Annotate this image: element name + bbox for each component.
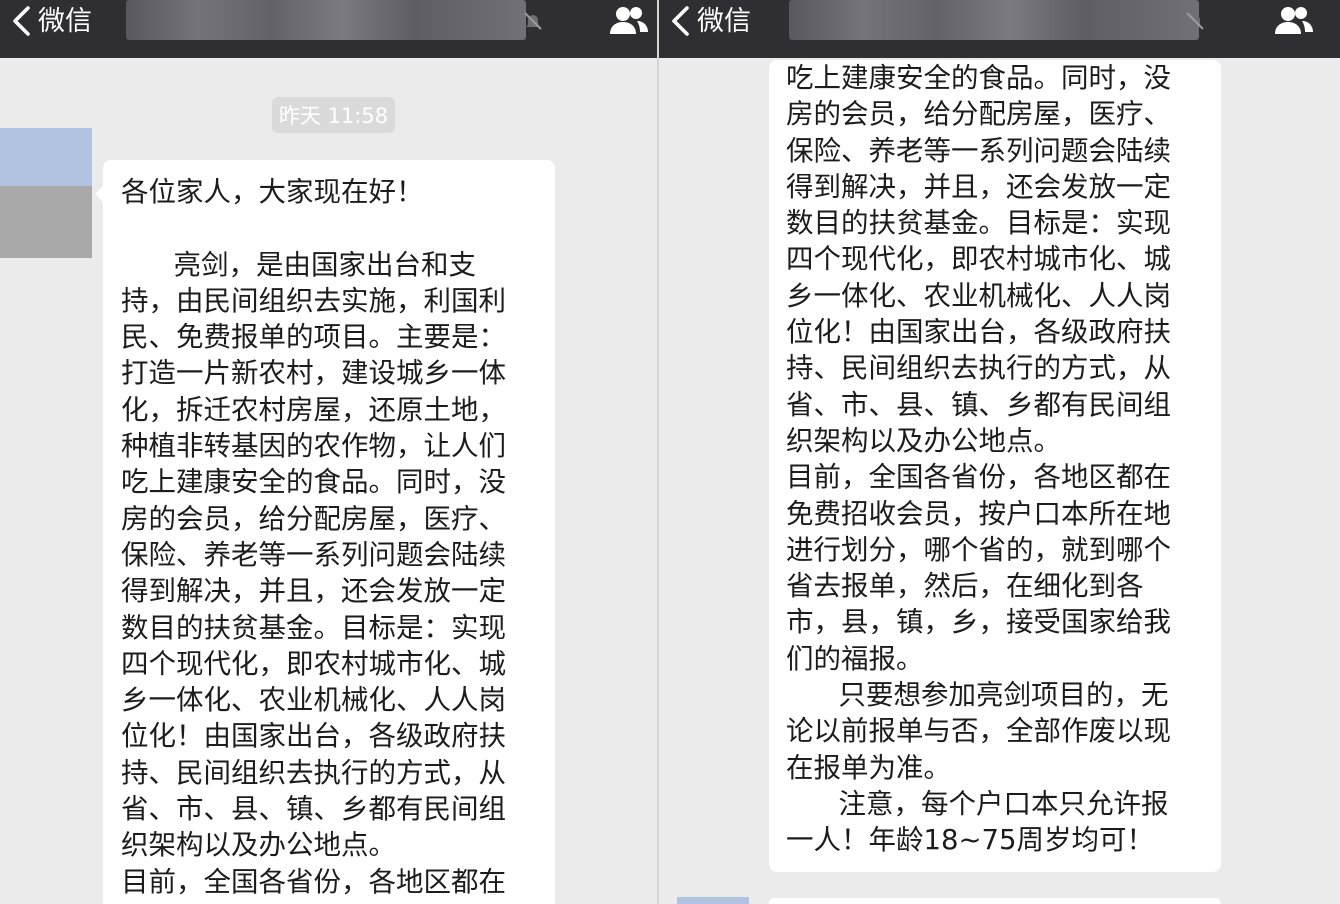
message-line: 在报单为准。 [786, 751, 951, 784]
message-line: 乡一体化、农业机械化、人人岗 [786, 279, 1171, 312]
message-timestamp: 昨天 11:58 [272, 97, 395, 133]
message-line: 持，由民间组织去实施，利国利 [121, 284, 506, 317]
chevron-left-icon [13, 6, 30, 36]
message-line: 市，县，镇，乡，接受国家给我 [786, 606, 1171, 639]
message-line: 织架构以及办公地点。 [786, 424, 1061, 457]
message-line: 免费招收会员，按户口本所在地 [786, 497, 1171, 530]
message-line: 一人！年龄18~75周岁均可！ [786, 824, 1155, 857]
mute-bell-icon [1186, 12, 1204, 30]
chat-panel-left: 微信 昨天 11:58 各位家人，大家现在好！ 亮剑，是由国家出台和支 持，由民间… [0, 0, 657, 904]
message-line: 省去报单，然后，在细化到各 [786, 570, 1144, 603]
message-line: 亮剑，是由国家出台和支 [121, 248, 476, 281]
message-line: 吃上建康安全的食品。同时，没 [786, 62, 1171, 94]
message-line: 省、市、县、镇、乡都有民间组 [786, 388, 1171, 421]
message-line: 持、民间组织去执行的方式，从 [121, 756, 506, 789]
message-line: 得到解决，并且，还会发放一定 [786, 170, 1171, 203]
navbar: 微信 [659, 0, 1340, 58]
message-bubble[interactable]: 吃上建康安全的食品。同时，没 房的会员，给分配房屋，医疗、 保险、养老等一系列问题会… [769, 60, 1221, 872]
chat-title-obscured [126, 0, 526, 40]
message-line: 民、免费报单的项目。主要是： [121, 321, 506, 354]
mute-bell-icon [524, 12, 542, 30]
avatar[interactable] [677, 897, 749, 904]
message-bubble[interactable]: 各位家人，大家现在好！ 亮剑，是由国家出台和支 持，由民间组织去实施，利国利 民、免… [103, 160, 555, 904]
message-line: 种植非转基因的农作物，让人们 [121, 430, 506, 463]
back-button[interactable]: 微信 [667, 0, 751, 42]
back-label: 微信 [38, 5, 92, 37]
message-line: 们的福报。 [786, 642, 924, 675]
message-line: 数目的扶贫基金。目标是：实现 [121, 611, 506, 644]
message-line: 位化！由国家出台，各级政府扶 [786, 316, 1171, 349]
chevron-left-icon [672, 6, 689, 36]
group-members-icon[interactable] [1272, 4, 1316, 38]
message-line: 织架构以及办公地点。 [121, 829, 396, 862]
group-members-icon[interactable] [607, 4, 651, 38]
chat-panel-right: 微信 吃上建康安全的食品。同时，没 房的会员，给分配房屋，医疗、 保险、养老等一系列… [659, 0, 1340, 904]
message-line: 位化！由国家出台，各级政府扶 [121, 720, 506, 753]
message-line: 房的会员，给分配房屋，医疗、 [121, 502, 506, 535]
message-line: 数目的扶贫基金。目标是：实现 [786, 207, 1171, 240]
message-line: 论以前报单与否，全部作废以现 [786, 715, 1171, 748]
message-line: 目前，全国各省份，各地区都在 [786, 461, 1171, 494]
message-line: 目前，全国各省份，各地区都在 [121, 865, 506, 898]
message-line: 注意，每个户口本只允许报 [786, 787, 1169, 820]
message-line: 持、民间组织去执行的方式，从 [786, 352, 1171, 385]
message-line [121, 210, 555, 246]
message-line: 各位家人，大家现在好！ [121, 176, 424, 208]
message-line: 打造一片新农村，建设城乡一体 [121, 357, 506, 390]
back-label: 微信 [697, 5, 751, 37]
chat-title-obscured [789, 0, 1199, 40]
navbar: 微信 [0, 0, 657, 58]
message-line: 房的会员，给分配房屋，医疗、 [786, 98, 1171, 131]
message-line: 省、市、县、镇、乡都有民间组 [121, 793, 506, 826]
message-bubble-partial[interactable] [769, 898, 1221, 904]
message-line: 只要想参加亮剑项目的，无 [786, 679, 1169, 712]
message-line: 保险、养老等一系列问题会陆续 [786, 134, 1171, 167]
message-line: 四个现代化，即农村城市化、城 [786, 243, 1171, 276]
message-line: 吃上建康安全的食品。同时，没 [121, 466, 506, 499]
message-line: 进行划分，哪个省的，就到哪个 [786, 533, 1171, 566]
message-line: 得到解决，并且，还会发放一定 [121, 575, 506, 608]
message-line: 四个现代化，即农村城市化、城 [121, 647, 506, 680]
message-line: 乡一体化、农业机械化、人人岗 [121, 684, 506, 717]
avatar[interactable] [0, 128, 92, 258]
message-line: 保险、养老等一系列问题会陆续 [121, 538, 506, 571]
message-line: 化，拆迁农村房屋，还原土地， [121, 393, 506, 426]
back-button[interactable]: 微信 [8, 0, 92, 42]
